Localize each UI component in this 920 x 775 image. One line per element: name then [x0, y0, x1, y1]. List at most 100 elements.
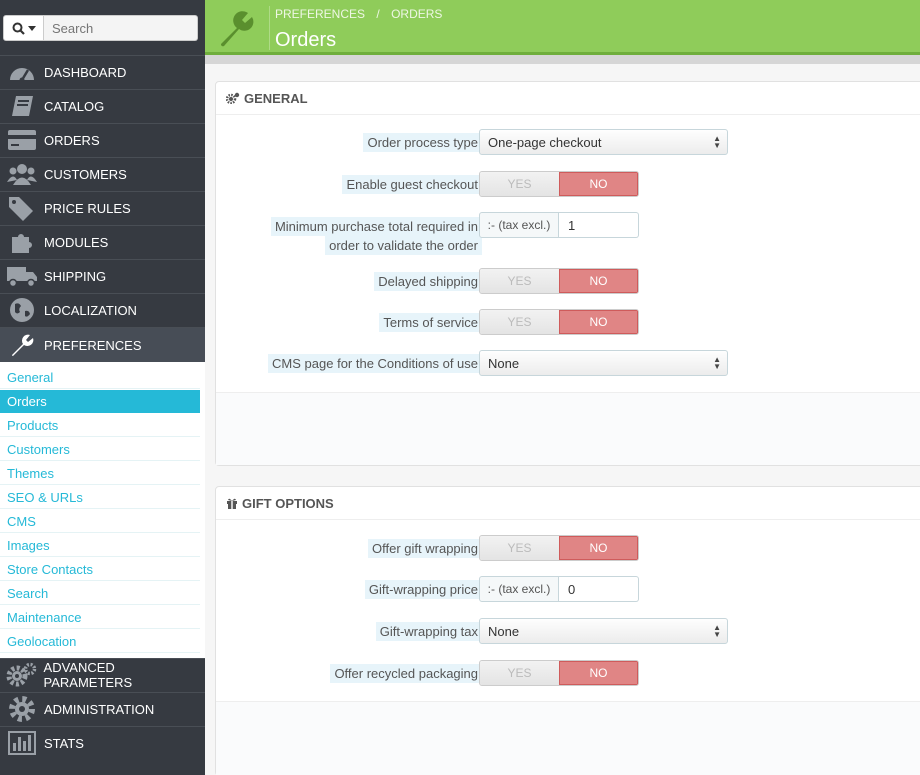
nav-stats[interactable]: STATS — [0, 726, 205, 759]
switch-yes[interactable]: YES — [480, 536, 559, 560]
dashboard-icon — [4, 58, 40, 86]
submenu-general[interactable]: General — [0, 366, 200, 389]
submenu-search[interactable]: Search — [0, 582, 200, 605]
switch-no[interactable]: NO — [558, 536, 638, 560]
breadcrumb: PREFERENCES / ORDERS — [275, 7, 442, 21]
nav-catalog[interactable]: CATALOG — [0, 89, 205, 122]
panel-heading: GIFT OPTIONS — [216, 487, 920, 520]
switch-no[interactable]: NO — [558, 661, 638, 685]
wrench-icon — [217, 8, 257, 51]
cog-icon — [4, 695, 40, 723]
nav-label: CUSTOMERS — [44, 166, 127, 182]
users-icon — [4, 160, 40, 188]
guest-checkout-switch[interactable]: YES NO — [479, 171, 639, 197]
submenu-geolocation[interactable]: Geolocation — [0, 630, 200, 653]
switch-yes[interactable]: YES — [480, 269, 559, 293]
truck-icon — [4, 262, 40, 290]
submenu-cms[interactable]: CMS — [0, 510, 200, 533]
submenu-maintenance[interactable]: Maintenance — [0, 606, 200, 629]
sidebar: DASHBOARD CATALOG ORDERS CUSTOMERS PRICE… — [0, 0, 205, 775]
page-header: PREFERENCES / ORDERS Orders — [205, 0, 920, 55]
nav-label: ADVANCED PARAMETERS — [43, 660, 133, 690]
gift-wrapping-tax-select[interactable]: None ▲ ▼ — [479, 618, 728, 644]
submenu-orders[interactable]: Orders — [0, 390, 200, 413]
page-title: Orders — [275, 29, 337, 51]
caret-down-icon — [27, 25, 36, 31]
switch-yes[interactable]: YES — [480, 172, 559, 196]
breadcrumb-separator: / — [376, 7, 380, 21]
submenu-products[interactable]: Products — [0, 414, 200, 437]
nav-customers[interactable]: CUSTOMERS — [0, 157, 205, 190]
submenu-customers[interactable]: Customers — [0, 438, 200, 461]
select-value: None — [488, 355, 520, 371]
nav-price-rules[interactable]: PRICE RULES — [0, 191, 205, 224]
nav-modules[interactable]: MODULES — [0, 225, 205, 258]
cogs-icon — [226, 92, 240, 104]
gears-icon — [4, 661, 40, 689]
gift-options-panel: GIFT OPTIONS Offer gift wrapping YES NO … — [215, 486, 920, 775]
main-content: GENERAL Order process type One-page chec… — [205, 64, 920, 775]
switch-yes[interactable]: YES — [480, 661, 559, 685]
globe-icon — [4, 296, 40, 324]
search-type-button[interactable] — [3, 15, 44, 41]
cms-page-label: CMS page for the Conditions of use — [268, 354, 482, 373]
delayed-shipping-switch[interactable]: YES NO — [479, 268, 639, 294]
panel-heading: GENERAL — [216, 82, 920, 115]
book-icon — [4, 92, 40, 120]
nav-label: PREFERENCES — [44, 337, 142, 353]
nav-label: ORDERS — [44, 132, 100, 148]
order-process-label: Order process type — [363, 133, 482, 152]
nav-localization[interactable]: LOCALIZATION — [0, 293, 205, 326]
terms-of-service-switch[interactable]: YES NO — [479, 309, 639, 335]
gift-wrapping-price-label: Gift-wrapping price — [364, 580, 482, 599]
switch-no[interactable]: NO — [558, 172, 638, 196]
min-purchase-input[interactable]: 1 — [559, 212, 639, 238]
order-process-select[interactable]: One-page checkout ▲ ▼ — [479, 129, 728, 155]
nav-label: STATS — [44, 735, 84, 751]
currency-addon: :- (tax excl.) — [479, 212, 559, 238]
gift-wrapping-switch[interactable]: YES NO — [479, 535, 639, 561]
select-value: One-page checkout — [488, 134, 602, 150]
recycled-packaging-label: Offer recycled packaging — [330, 664, 482, 683]
nav-label: LOCALIZATION — [44, 302, 137, 318]
preferences-submenu: General Orders Products Customers Themes… — [0, 362, 205, 658]
switch-yes[interactable]: YES — [480, 310, 559, 334]
breadcrumb-parent[interactable]: PREFERENCES — [275, 7, 365, 21]
nav-label: DASHBOARD — [44, 64, 127, 80]
submenu-themes[interactable]: Themes — [0, 462, 200, 485]
guest-checkout-label: Enable guest checkout — [342, 175, 482, 194]
min-purchase-label: Minimum purchase total required in order … — [270, 217, 482, 255]
gift-wrapping-price-input[interactable]: 0 — [559, 576, 639, 602]
delayed-shipping-label: Delayed shipping — [374, 272, 482, 291]
gift-icon — [226, 497, 238, 509]
submenu-seo-urls[interactable]: SEO & URLs — [0, 486, 200, 509]
switch-no[interactable]: NO — [558, 269, 638, 293]
switch-no[interactable]: NO — [558, 310, 638, 334]
panel-footer — [216, 392, 920, 465]
gift-wrapping-tax-label: Gift-wrapping tax — [375, 622, 482, 641]
nav-administration[interactable]: ADMINISTRATION — [0, 692, 205, 725]
gift-wrapping-price-input-group: :- (tax excl.) 0 — [479, 576, 639, 602]
wrench-icon — [4, 331, 40, 359]
select-arrows-icon: ▲ ▼ — [713, 623, 721, 639]
search-input[interactable] — [44, 15, 198, 41]
nav-dashboard[interactable]: DASHBOARD — [0, 55, 205, 88]
nav-shipping[interactable]: SHIPPING — [0, 259, 205, 292]
min-purchase-input-group: :- (tax excl.) 1 — [479, 212, 639, 238]
tags-icon — [4, 194, 40, 222]
cms-page-select[interactable]: None ▲ ▼ — [479, 350, 728, 376]
nav-advanced-parameters[interactable]: ADVANCED PARAMETERS — [0, 658, 205, 691]
panel-title: GIFT OPTIONS — [242, 495, 334, 511]
search-icon — [12, 22, 25, 35]
nav-preferences[interactable]: PREFERENCES — [0, 327, 205, 362]
recycled-packaging-switch[interactable]: YES NO — [479, 660, 639, 686]
submenu-images[interactable]: Images — [0, 534, 200, 557]
breadcrumb-current: ORDERS — [391, 7, 443, 21]
bar-chart-icon — [4, 729, 40, 757]
nav-label: MODULES — [44, 234, 109, 250]
header-shadow — [205, 55, 920, 64]
nav-orders[interactable]: ORDERS — [0, 123, 205, 156]
nav-label: CATALOG — [44, 98, 105, 114]
submenu-store-contacts[interactable]: Store Contacts — [0, 558, 200, 581]
nav-label: PRICE RULES — [44, 200, 131, 216]
